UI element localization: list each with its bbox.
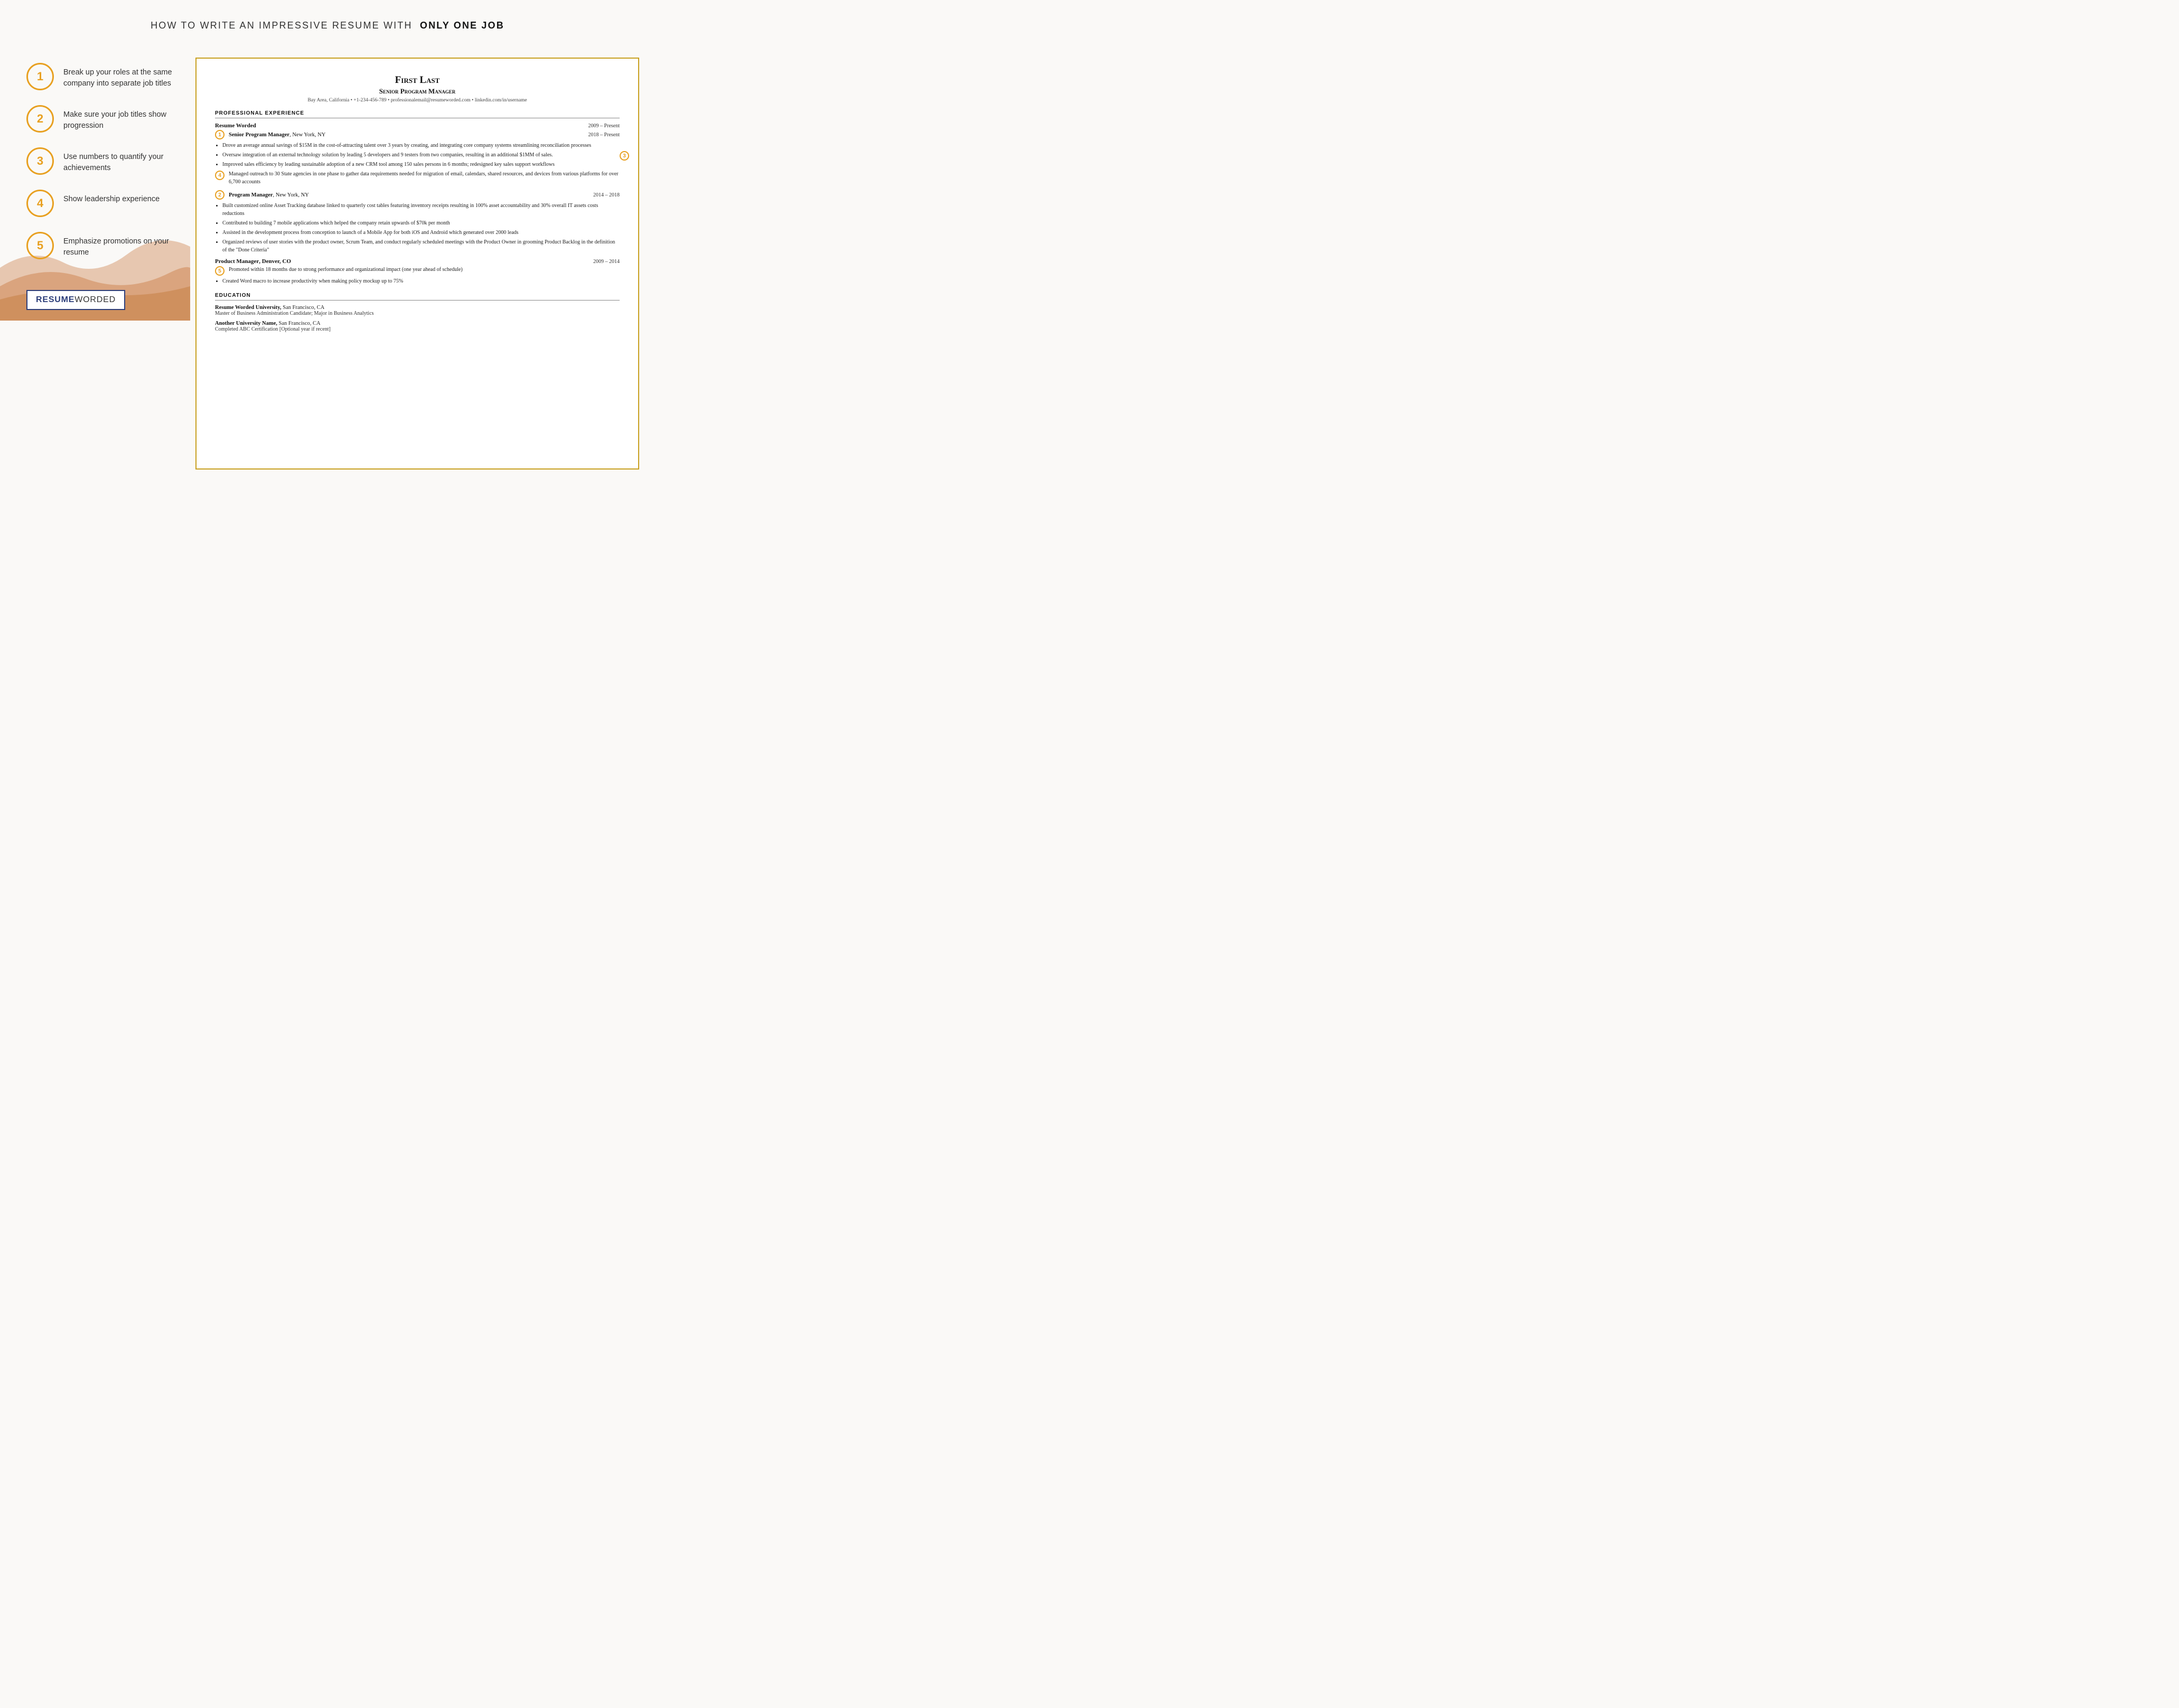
header-title-prefix: HOW TO WRITE AN IMPRESSIVE RESUME WITH: [151, 20, 412, 31]
tip-item-3: 3 Use numbers to quantify your achievemen…: [26, 147, 174, 175]
tip-circle-3: 3: [26, 147, 54, 175]
dates-prodmgr: 2009 – 2014: [593, 259, 620, 265]
tip-item-1: 1 Break up your roles at the same company…: [26, 63, 174, 90]
edu-entry-1: Resume Worded University, San Francisco,…: [215, 305, 620, 316]
tip-text-3: Use numbers to quantify your achievement…: [63, 147, 174, 174]
tip-text-5: Emphasize promotions on your resume: [63, 232, 174, 258]
anno-2: 2: [215, 190, 225, 200]
main-layout: 1 Break up your roles at the same company…: [0, 47, 655, 485]
page-header: HOW TO WRITE AN IMPRESSIVE RESUME WITH O…: [0, 0, 655, 47]
bullet-spm-2: Oversaw integration of an external techn…: [222, 151, 620, 159]
bullets-prodmgr: 5 Promoted within 18 months due to stron…: [222, 266, 620, 285]
tip-item-5: 5 Emphasize promotions on your resume: [26, 232, 174, 259]
job-title-prodmgr: Product Manager, Denver, CO: [215, 258, 291, 265]
bullet-spm-3: Improved sales efficiency by leading sus…: [222, 161, 620, 168]
bullet-prodmgr-2: Created Word macro to increase productiv…: [222, 277, 620, 285]
resume-contact: Bay Area, California • +1-234-456-789 • …: [215, 98, 620, 103]
edu-detail-2: Completed ABC Certification [Optional ye…: [215, 326, 620, 332]
bullet-pm-4: Organized reviews of user stories with t…: [222, 238, 620, 254]
bullet-spm-1: Drove an average annual savings of $15M …: [222, 142, 620, 149]
company-row-rw: Resume Worded 2009 – Present: [215, 123, 620, 129]
tip-item-2: 2 Make sure your job titles show progress…: [26, 105, 174, 133]
header-title-bold: ONLY ONE JOB: [420, 20, 504, 31]
bullet-pm-3: Assisted in the development process from…: [222, 229, 620, 237]
right-panel: First Last Senior Program Manager Bay Ar…: [190, 47, 655, 485]
dates-spm: 2018 – Present: [588, 132, 620, 138]
resume-name: First Last: [215, 74, 620, 86]
bullets-pm: Built customized online Asset Tracking d…: [222, 202, 620, 254]
resume-box: First Last Senior Program Manager Bay Ar…: [195, 58, 639, 470]
left-panel: 1 Break up your roles at the same company…: [0, 47, 190, 321]
bullet-pm-2: Contributed to building 7 mobile applica…: [222, 219, 620, 227]
tip-text-2: Make sure your job titles show progressi…: [63, 105, 174, 132]
tip-text-4: Show leadership experience: [63, 190, 160, 205]
dates-pm: 2014 – 2018: [593, 192, 620, 198]
section-heading-education: EDUCATION: [215, 293, 620, 301]
company-name-rw: Resume Worded: [215, 123, 256, 129]
tip-text-1: Break up your roles at the same company …: [63, 63, 174, 89]
logo-box: RESUME WORDED: [26, 290, 125, 310]
edu-school-1: Resume Worded University, San Francisco,…: [215, 305, 620, 311]
company-dates-rw: 2009 – Present: [588, 123, 620, 129]
tip-circle-1: 1: [26, 63, 54, 90]
role-pm: 2 Program Manager, New York, NY 2014 – 2…: [215, 190, 620, 200]
job-title-pm: Program Manager, New York, NY: [229, 192, 309, 198]
role-spm: 1 Senior Program Manager, New York, NY 2…: [215, 130, 620, 139]
tip-circle-2: 2: [26, 105, 54, 133]
bullet-prodmgr-1: 5 Promoted within 18 months due to stron…: [215, 266, 620, 276]
tip-item-4: 4 Show leadership experience: [26, 190, 174, 217]
job-title-spm: Senior Program Manager, New York, NY: [229, 132, 325, 138]
tip-circle-5: 5: [26, 232, 54, 259]
resume-title: Senior Program Manager: [215, 87, 620, 96]
bullets-spm: Drove an average annual savings of $15M …: [222, 142, 620, 186]
edu-school-2: Another University Name, San Francisco, …: [215, 321, 620, 326]
edu-entry-2: Another University Name, San Francisco, …: [215, 321, 620, 332]
anno-1: 1: [215, 130, 225, 139]
tip-circle-4: 4: [26, 190, 54, 217]
bullet-pm-1: Built customized online Asset Tracking d…: [222, 202, 620, 218]
role-prodmgr-row: Product Manager, Denver, CO 2009 – 2014: [215, 258, 620, 265]
logo-light: WORDED: [74, 295, 116, 305]
section-heading-experience: PROFESSIONAL EXPERIENCE: [215, 110, 620, 118]
bullet-spm-4: 4 Managed outreach to 30 State agencies …: [215, 170, 620, 186]
logo-bold: RESUME: [36, 295, 74, 305]
edu-detail-1: Master of Business Administration Candid…: [215, 311, 620, 316]
